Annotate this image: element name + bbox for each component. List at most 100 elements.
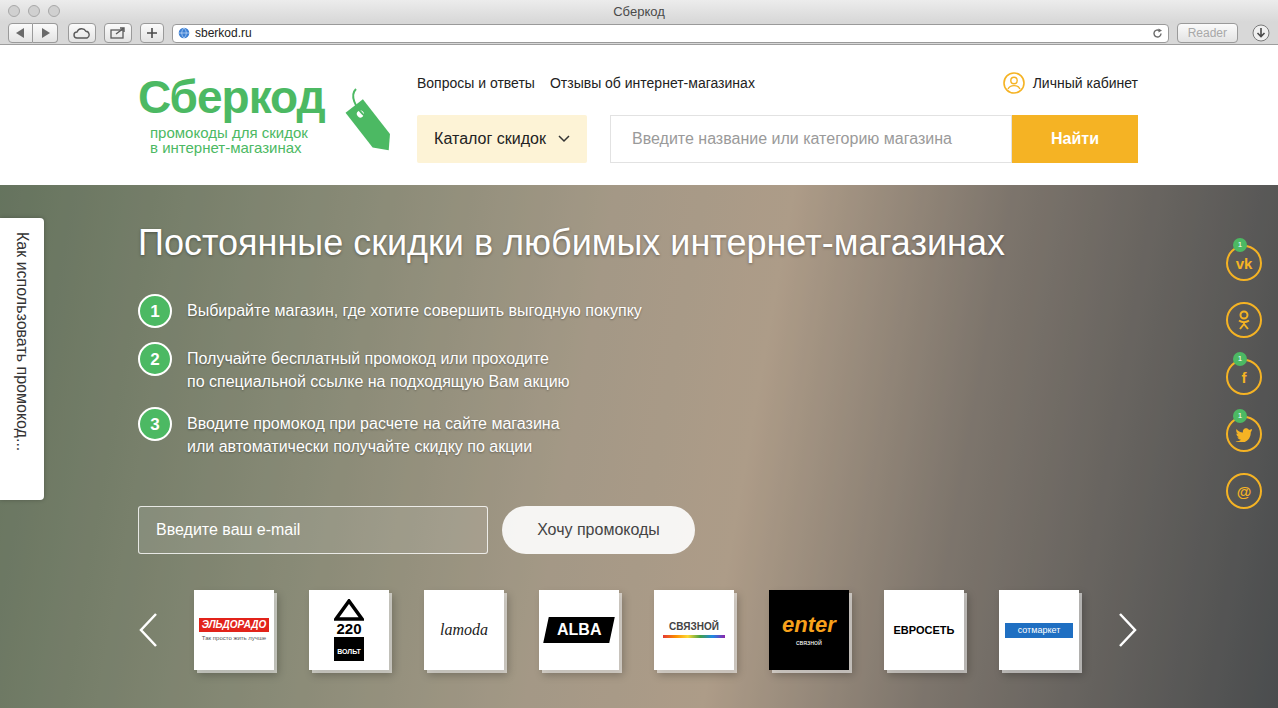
step-number: 1 bbox=[138, 294, 172, 328]
share-icon[interactable] bbox=[104, 23, 132, 43]
search-button-label[interactable]: Найти bbox=[1051, 127, 1099, 151]
badge-count: 1 bbox=[1238, 241, 1242, 249]
social-button[interactable]: vk1 bbox=[1226, 245, 1262, 281]
download-icon[interactable] bbox=[1252, 24, 1270, 42]
new-tab-icon[interactable] bbox=[140, 23, 164, 43]
store-list: ЭЛЬДОРАДО Так просто жить лучше 220 ВОЛЬТ la… bbox=[194, 590, 1079, 670]
share-count-badge: 1 bbox=[1233, 352, 1247, 366]
carousel-next[interactable] bbox=[1079, 590, 1138, 670]
store-name[interactable]: enter bbox=[782, 614, 836, 636]
globe-icon bbox=[178, 27, 190, 39]
store-card[interactable]: СВЯЗНОЙ bbox=[654, 590, 734, 670]
search-input[interactable] bbox=[610, 115, 1012, 163]
store-card[interactable]: enterсвязной bbox=[769, 590, 849, 670]
store-card[interactable]: ЕВРОСЕТЬ bbox=[884, 590, 964, 670]
header-controls: Вопросы и ответы Отзывы об интернет-магаз… bbox=[417, 45, 1138, 163]
how-to-label[interactable]: Как использовать промокод... bbox=[10, 232, 34, 451]
subscribe-button-label[interactable]: Хочу промокоды bbox=[537, 518, 660, 542]
reload-icon[interactable] bbox=[1152, 28, 1163, 39]
social-glyph[interactable]: vk bbox=[1236, 256, 1253, 271]
minimize-button[interactable] bbox=[28, 5, 40, 17]
step-text: Выбирайте магазин, где хотите совершить … bbox=[187, 294, 642, 322]
subscribe-form: Хочу промокоды bbox=[138, 506, 1278, 554]
step-number-text: 1 bbox=[150, 303, 159, 320]
back-icon[interactable] bbox=[8, 23, 33, 43]
nav-buttons bbox=[8, 23, 58, 43]
account-label[interactable]: Личный кабинет bbox=[1033, 73, 1138, 94]
browser-window: Сберкод sberkod.ru Reader Сберкодпромокоды … bbox=[0, 0, 1278, 708]
search-row: Каталог скидок Найти bbox=[417, 115, 1138, 163]
eldorado-bar: ЭЛЬДОРАДО bbox=[199, 618, 269, 632]
forward-icon[interactable] bbox=[33, 23, 58, 43]
store-name[interactable]: ALBA bbox=[557, 622, 601, 638]
store-name[interactable]: сотмаркет bbox=[1018, 626, 1061, 635]
share-count-badge: 1 bbox=[1233, 238, 1247, 252]
reader-label[interactable]: Reader bbox=[1188, 27, 1227, 39]
store-card[interactable]: сотмаркет bbox=[999, 590, 1079, 670]
store-name[interactable]: СВЯЗНОЙ bbox=[669, 622, 719, 632]
rainbow-bar bbox=[663, 635, 725, 638]
step-number-text: 3 bbox=[150, 416, 159, 433]
step-text: Вводите промокод при расчете на сайте ма… bbox=[187, 407, 560, 458]
triangle-icon bbox=[334, 599, 364, 621]
reader-button[interactable]: Reader bbox=[1177, 23, 1238, 43]
nav-link[interactable]: Вопросы и ответы bbox=[417, 73, 535, 94]
store-card[interactable]: ALBA bbox=[539, 590, 619, 670]
social-button[interactable]: f1 bbox=[1226, 359, 1262, 395]
social-button[interactable]: @ bbox=[1226, 473, 1262, 509]
cloud-icon[interactable] bbox=[68, 23, 96, 43]
zoom-button[interactable] bbox=[48, 5, 60, 17]
hero: Постоянные скидки в любимых интернет-маг… bbox=[0, 185, 1278, 708]
social-links: vk1f11@ bbox=[1226, 245, 1262, 509]
carousel-prev[interactable] bbox=[138, 590, 194, 670]
step: 3 Вводите промокод при расчете на сайте м… bbox=[138, 407, 1278, 458]
store-card[interactable]: ЭЛЬДОРАДО Так просто жить лучше bbox=[194, 590, 274, 670]
logo[interactable]: Сберкодпромокоды для скидокв интернет-ма… bbox=[138, 45, 417, 163]
address-bar[interactable]: sberkod.ru bbox=[172, 24, 1169, 43]
store-name[interactable]: ЕВРОСЕТЬ bbox=[894, 625, 955, 636]
url-text[interactable]: sberkod.ru bbox=[195, 27, 1147, 39]
nav-link[interactable]: Отзывы об интернет-магазинах bbox=[550, 73, 755, 94]
account-link[interactable]: Личный кабинет bbox=[1003, 72, 1138, 94]
logo-name[interactable]: Сберкод bbox=[138, 73, 417, 121]
user-icon[interactable] bbox=[1003, 72, 1025, 94]
search-button[interactable]: Найти bbox=[1012, 115, 1138, 163]
step-line: по специальной ссылке на подходящую Вам … bbox=[187, 370, 570, 393]
badge-count: 1 bbox=[1238, 412, 1242, 420]
header-nav: Вопросы и ответы Отзывы об интернет-магаз… bbox=[417, 73, 1138, 93]
how-to-tab[interactable]: Как использовать промокод... bbox=[0, 218, 44, 500]
step-line: Получайте бесплатный промокод или проход… bbox=[187, 347, 570, 370]
chevron-down-icon[interactable] bbox=[558, 135, 570, 143]
badge-count: 1 bbox=[1238, 355, 1242, 363]
catalog-button[interactable]: Каталог скидок bbox=[417, 115, 587, 163]
step-number: 2 bbox=[138, 342, 172, 376]
social-glyph[interactable]: @ bbox=[1237, 484, 1252, 499]
store-name[interactable]: lamoda bbox=[440, 618, 488, 642]
step: 1 Выбирайте магазин, где хотите совершить… bbox=[138, 294, 1278, 328]
chevron-right-icon[interactable] bbox=[1118, 612, 1138, 648]
catalog-label[interactable]: Каталог скидок bbox=[434, 127, 546, 151]
close-button[interactable] bbox=[8, 5, 20, 17]
odnoklassniki-icon[interactable] bbox=[1237, 310, 1251, 330]
chevron-left-icon[interactable] bbox=[138, 612, 158, 648]
store-name[interactable]: 220 bbox=[336, 621, 361, 636]
subscribe-button[interactable]: Хочу промокоды bbox=[502, 506, 695, 554]
hero-title: Постоянные скидки в любимых интернет-маг… bbox=[138, 222, 1278, 264]
volt-band: ВОЛЬТ bbox=[334, 637, 364, 661]
store-card[interactable]: lamoda bbox=[424, 590, 504, 670]
hero-content: Постоянные скидки в любимых интернет-маг… bbox=[138, 185, 1278, 670]
alba-band: ALBA bbox=[543, 617, 615, 643]
social-glyph[interactable]: f bbox=[1242, 370, 1247, 385]
store-card[interactable]: 220 ВОЛЬТ bbox=[309, 590, 389, 670]
step-line: Выбирайте магазин, где хотите совершить … bbox=[187, 299, 642, 322]
window-title: Сберкод bbox=[613, 5, 665, 18]
store-sub: ВОЛЬТ bbox=[337, 648, 361, 655]
store-name[interactable]: ЭЛЬДОРАДО bbox=[202, 620, 267, 630]
site-header: Сберкодпромокоды для скидокв интернет-ма… bbox=[0, 45, 1278, 185]
social-button[interactable]: 1 bbox=[1226, 416, 1262, 452]
store-slogan: Так просто жить лучше bbox=[202, 634, 266, 642]
email-input[interactable] bbox=[138, 506, 488, 554]
social-button[interactable] bbox=[1226, 302, 1262, 338]
step-text: Получайте бесплатный промокод или проход… bbox=[187, 342, 570, 393]
twitter-icon[interactable] bbox=[1235, 427, 1253, 442]
